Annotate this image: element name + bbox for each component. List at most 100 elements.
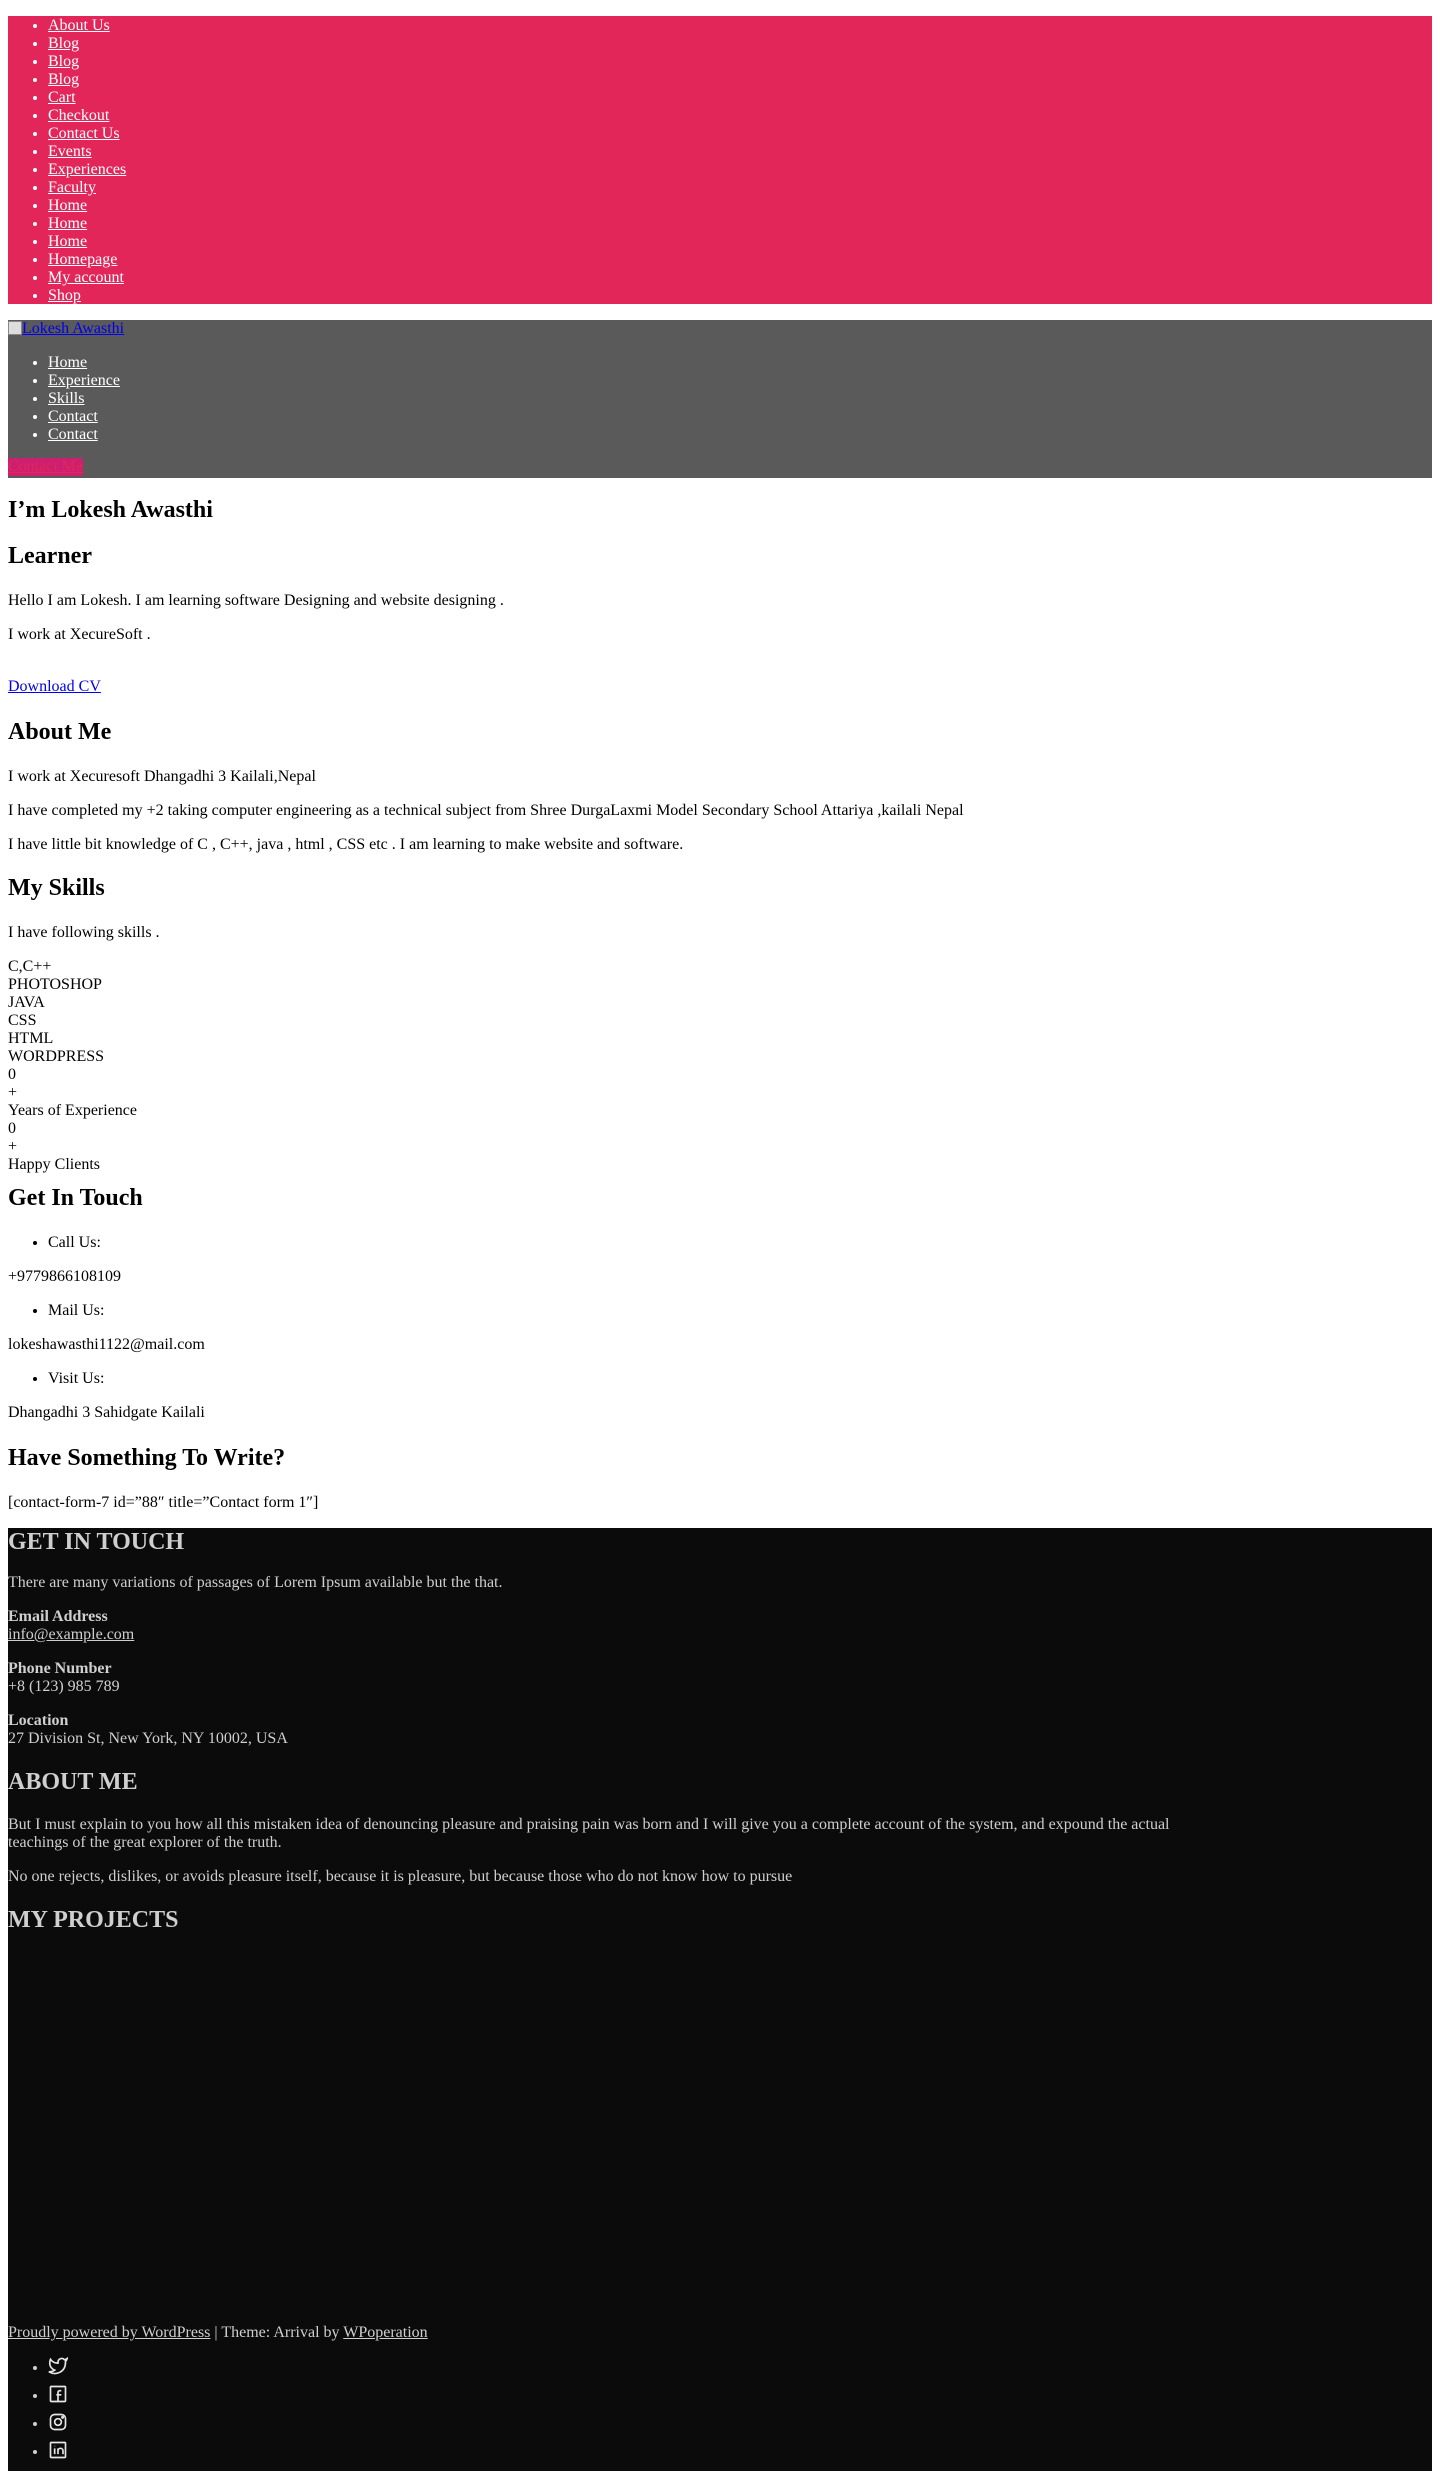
skills-list: C,C++ PHOTOSHOP JAVA CSS HTML WORDPRESS <box>8 958 104 1066</box>
top-menu-link[interactable]: About Us <box>48 17 110 34</box>
hero-title: I’m Lokesh Awasthi <box>8 497 213 523</box>
about-paragraph: I have completed my +2 taking computer e… <box>8 802 964 819</box>
about-paragraph: I work at Xecuresoft Dhangadhi 3 Kailali… <box>8 768 316 785</box>
instagram-icon <box>49 2413 67 2431</box>
instagram-link[interactable] <box>48 2413 68 2432</box>
hero-subtitle: Learner <box>8 543 92 569</box>
top-menu-item[interactable]: Faculty <box>48 179 1432 197</box>
top-menu-item[interactable]: Home <box>48 197 1432 215</box>
broken-image-icon <box>8 321 22 335</box>
top-menu-item[interactable]: Shop <box>48 287 1432 305</box>
counter-label: Happy Clients <box>8 1156 100 1173</box>
visit-value: Dhangadhi 3 Sahidgate Kailali <box>8 1404 205 1421</box>
footer-phone-value: +8 (123) 985 789 <box>8 1678 120 1695</box>
wordpress-link[interactable]: Proudly powered by WordPress <box>8 2324 210 2341</box>
contact-form-shortcode: [contact-form-7 id=”88″ title=”Contact f… <box>8 1494 319 1511</box>
footer-location-value: 27 Division St, New York, NY 10002, USA <box>8 1730 288 1747</box>
facebook-link[interactable] <box>48 2385 68 2404</box>
theme-author-link[interactable]: WPoperation <box>343 2324 427 2341</box>
skill-item: JAVA <box>8 994 45 1011</box>
credits-separator: | <box>210 2324 222 2341</box>
linkedin-icon <box>49 2441 67 2459</box>
top-menu-item[interactable]: About Us <box>48 17 1432 35</box>
counter-label: Years of Experience <box>8 1102 137 1119</box>
visit-label: Visit Us: <box>48 1370 104 1388</box>
top-menu-link[interactable]: Home <box>48 197 87 214</box>
social-item[interactable] <box>48 2382 68 2410</box>
call-value: +9779866108109 <box>8 1268 122 1285</box>
site-logo-link[interactable]: Lokesh Awasthi <box>8 320 1432 338</box>
mail-value: lokeshawasthi1122@mail.com <box>8 1336 205 1353</box>
main-content: I’m Lokesh Awasthi Learner Hello I am Lo… <box>8 478 1432 1528</box>
top-menu-link[interactable]: Blog <box>48 71 79 88</box>
hero-work: I work at XecureSoft . <box>8 626 151 643</box>
nav-item-home[interactable]: Home <box>48 354 1432 372</box>
site-footer: GET IN TOUCH There are many variations o… <box>8 1528 1432 2471</box>
site-header: Lokesh Awasthi Home Experience Skills Co… <box>8 320 1432 478</box>
footer-phone-block: Phone Number +8 (123) 985 789 <box>8 1660 120 1696</box>
main-nav: Home Experience Skills Contact Contact <box>8 354 1432 444</box>
nav-link[interactable]: Home <box>48 354 87 371</box>
write-heading: Have Something To Write? <box>8 1445 286 1471</box>
contact-me-link[interactable]: Contact Me <box>8 458 83 475</box>
top-menu-item[interactable]: Checkout <box>48 107 1432 125</box>
top-menu-item[interactable]: My account <box>48 269 1432 287</box>
nav-item-skills[interactable]: Skills <box>48 390 1432 408</box>
top-menu-item[interactable]: Experiences <box>48 161 1432 179</box>
nav-item-experience[interactable]: Experience <box>48 372 1432 390</box>
top-menu-link[interactable]: Checkout <box>48 107 109 124</box>
top-menu-link[interactable]: Shop <box>48 287 81 304</box>
top-menu-item[interactable]: Home <box>48 215 1432 233</box>
top-menu-link[interactable]: Events <box>48 143 92 160</box>
about-heading: About Me <box>8 719 112 745</box>
download-cv-link[interactable]: Download CV <box>8 678 101 696</box>
counter-suffix: + <box>8 1138 18 1155</box>
top-menu-link[interactable]: Home <box>48 215 87 232</box>
nav-item-contact-2[interactable]: Contact <box>48 426 1432 444</box>
about-paragraph: I have little bit knowledge of C , C++, … <box>8 836 684 853</box>
top-menu-link[interactable]: Cart <box>48 89 76 106</box>
social-item[interactable] <box>48 2354 69 2382</box>
top-menu-link[interactable]: Experiences <box>48 161 126 178</box>
top-menu-item[interactable]: Cart <box>48 89 1432 107</box>
nav-link[interactable]: Contact <box>48 408 98 425</box>
nav-link[interactable]: Skills <box>48 390 84 407</box>
skill-item: WORDPRESS <box>8 1048 105 1065</box>
nav-link[interactable]: Experience <box>48 372 120 389</box>
site-logo-alt-text: Lokesh Awasthi <box>22 320 125 337</box>
top-menu-link[interactable]: Blog <box>48 53 79 70</box>
top-menu-link[interactable]: Faculty <box>48 179 96 196</box>
nav-item-contact[interactable]: Contact <box>48 408 1432 426</box>
top-menu-link[interactable]: Contact Us <box>48 125 120 142</box>
social-links <box>8 2354 69 2466</box>
top-menu-link[interactable]: Home <box>48 233 87 250</box>
top-menu-link[interactable]: Homepage <box>48 251 117 268</box>
top-menu-item[interactable]: Home <box>48 233 1432 251</box>
counter-value: 0 <box>8 1066 16 1083</box>
skills-heading: My Skills <box>8 875 105 901</box>
top-menu-item[interactable]: Homepage <box>48 251 1432 269</box>
footer-email-label: Email Address <box>8 1608 108 1625</box>
footer-phone-label: Phone Number <box>8 1660 112 1677</box>
contact-me-button[interactable]: Contact Me <box>8 458 84 476</box>
top-menu-link[interactable]: Blog <box>48 35 79 52</box>
top-menu-item[interactable]: Events <box>48 143 1432 161</box>
linkedin-link[interactable] <box>48 2441 68 2460</box>
counter-suffix: + <box>8 1084 18 1101</box>
top-menu-item[interactable]: Blog <box>48 53 1432 71</box>
social-item[interactable] <box>48 2438 68 2466</box>
nav-link[interactable]: Contact <box>48 426 98 443</box>
skill-item: C,C++ <box>8 958 52 975</box>
mail-list: Mail Us: <box>8 1302 104 1320</box>
top-menu: About Us Blog Blog Blog Cart Checkout Co… <box>8 16 1432 304</box>
footer-email-link[interactable]: info@example.com <box>8 1626 134 1644</box>
top-menu-link[interactable]: My account <box>48 269 124 286</box>
twitter-link[interactable] <box>48 2356 69 2376</box>
top-menu-item[interactable]: Blog <box>48 71 1432 89</box>
call-label: Call Us: <box>48 1234 101 1252</box>
top-menu-item[interactable]: Contact Us <box>48 125 1432 143</box>
twitter-icon <box>48 2356 69 2375</box>
social-item[interactable] <box>48 2410 68 2438</box>
top-menu-item[interactable]: Blog <box>48 35 1432 53</box>
call-list: Call Us: <box>8 1234 101 1252</box>
